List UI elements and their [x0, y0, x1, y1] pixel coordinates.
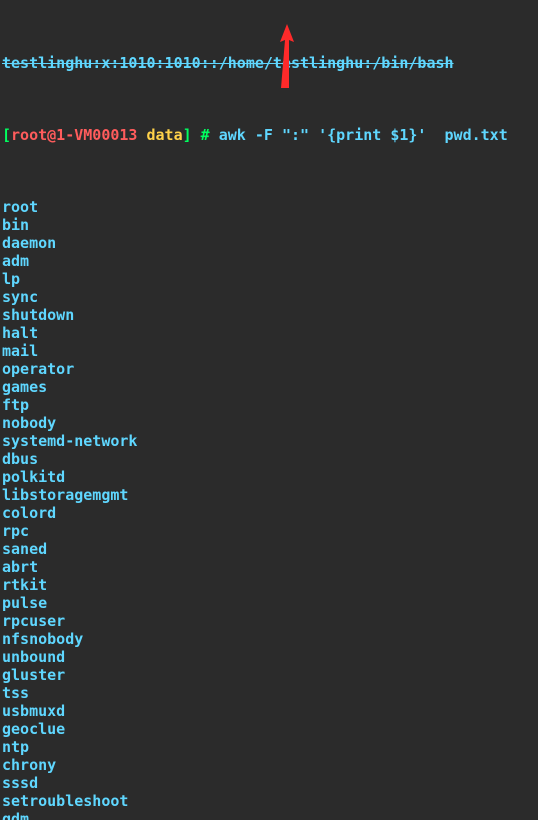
output-line: abrt: [2, 558, 536, 576]
output-line: mail: [2, 342, 536, 360]
output-line: daemon: [2, 234, 536, 252]
output-line: rpc: [2, 522, 536, 540]
output-line: geoclue: [2, 720, 536, 738]
output-line: root: [2, 198, 536, 216]
output-line: pulse: [2, 594, 536, 612]
previous-output-line: testlinghu:x:1010:1010::/home/testlinghu…: [2, 54, 536, 72]
terminal-screenshot: testlinghu:x:1010:1010::/home/testlinghu…: [0, 0, 538, 820]
output-line: chrony: [2, 756, 536, 774]
prompt-cwd: data: [137, 126, 182, 144]
prompt-open: [: [2, 126, 11, 144]
output-line: colord: [2, 504, 536, 522]
output-line: shutdown: [2, 306, 536, 324]
output-line: unbound: [2, 648, 536, 666]
output-line: systemd-network: [2, 432, 536, 450]
output-line: adm: [2, 252, 536, 270]
output-line: ntp: [2, 738, 536, 756]
terminal[interactable]: testlinghu:x:1010:1010::/home/testlinghu…: [0, 0, 538, 820]
output-line: gdm: [2, 810, 536, 820]
output-line: ftp: [2, 396, 536, 414]
output-line: sync: [2, 288, 536, 306]
cmd-awk: awk: [219, 126, 246, 144]
cmd-sep: ":": [282, 126, 309, 144]
output-line: lp: [2, 270, 536, 288]
output-line: setroubleshoot: [2, 792, 536, 810]
output-line: bin: [2, 216, 536, 234]
output-line: dbus: [2, 450, 536, 468]
output-line: nobody: [2, 414, 536, 432]
output-line: games: [2, 378, 536, 396]
output-line: rtkit: [2, 576, 536, 594]
cmd-prog: '{print $1}': [318, 126, 426, 144]
output-line: polkitd: [2, 468, 536, 486]
output-line: tss: [2, 684, 536, 702]
output-line: rpcuser: [2, 612, 536, 630]
output-line: gluster: [2, 666, 536, 684]
output-line: usbmuxd: [2, 702, 536, 720]
cmd-flag: -F: [246, 126, 282, 144]
prompt-close: ]: [183, 126, 192, 144]
output-line: operator: [2, 360, 536, 378]
prompt-userhost: root@1-VM00013: [11, 126, 137, 144]
prompt-hash: #: [192, 126, 219, 144]
output-line: sssd: [2, 774, 536, 792]
prompt-line: [root@1-VM00013 data] # awk -F ":" '{pri…: [2, 126, 536, 144]
command-output: rootbindaemonadmlpsyncshutdownhaltmailop…: [2, 198, 536, 820]
output-line: libstoragemgmt: [2, 486, 536, 504]
output-line: saned: [2, 540, 536, 558]
output-line: halt: [2, 324, 536, 342]
cmd-file: pwd.txt: [445, 126, 508, 144]
output-line: nfsnobody: [2, 630, 536, 648]
